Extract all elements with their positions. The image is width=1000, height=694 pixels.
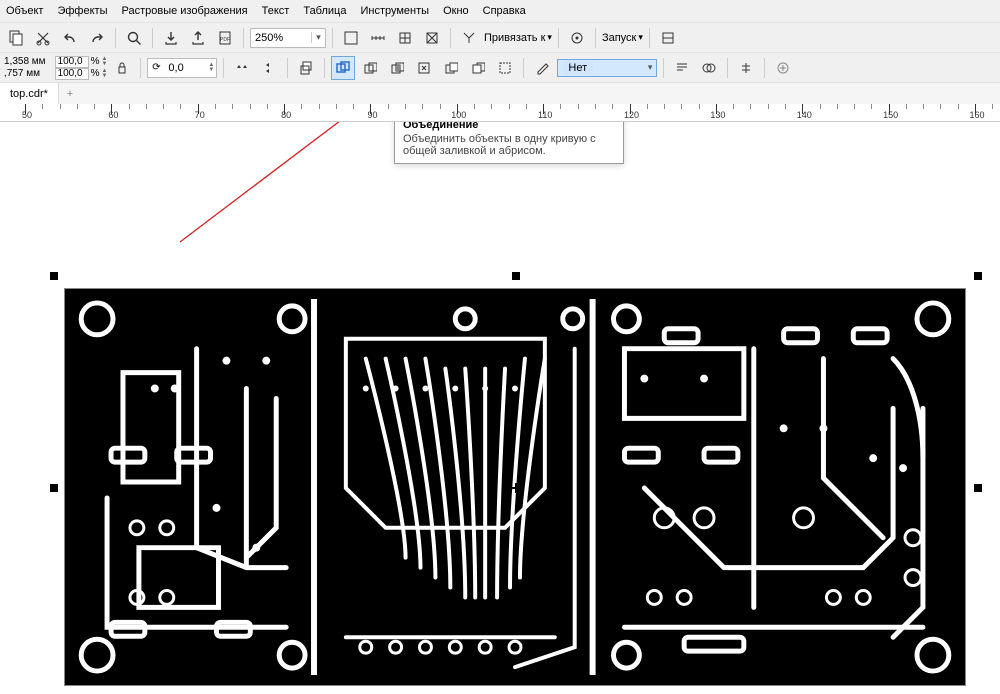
handle-r[interactable] [974,484,982,492]
rotation-input[interactable] [164,59,206,77]
menu-help[interactable]: Справка [483,5,526,17]
object-dimensions: 1,358 мм ,757 мм [4,56,52,80]
zoom-input[interactable] [251,29,311,47]
menu-bar: Объект Эффекты Растровые изображения Тек… [0,0,1000,22]
annotation-arrow [170,122,390,252]
copy-button[interactable] [4,26,28,50]
undo-button[interactable] [58,26,82,50]
menu-tools[interactable]: Инструменты [360,5,429,17]
rotation-input-wrap: ⟳ ▲▼ [147,58,217,78]
fullscreen-button[interactable] [339,26,363,50]
svg-text:PDF: PDF [220,37,230,43]
simplify-button[interactable] [412,56,436,80]
redo-button[interactable] [85,26,109,50]
snap-toggle[interactable] [457,26,481,50]
menu-objekt[interactable]: Объект [6,5,43,17]
outline-pen-button[interactable] [530,56,554,80]
outline-width-combo[interactable]: Нет ▾ [557,59,657,77]
selection-frame [54,276,978,694]
front-minus-back-button[interactable] [439,56,463,80]
add-button[interactable] [771,56,795,80]
options-button[interactable] [565,26,589,50]
to-front-button[interactable] [294,56,318,80]
scale-percentages: %▲▼ %▲▼ [55,56,108,80]
selection-center[interactable] [511,483,521,493]
intersect-button[interactable] [385,56,409,80]
canvas[interactable]: Объединение Объединить объекты в одну кр… [0,122,1000,694]
dim-y: ,757 мм [4,68,46,80]
menu-raster[interactable]: Растровые изображения [121,5,247,17]
search-button[interactable] [122,26,146,50]
weld-button[interactable] [331,56,355,80]
document-tabs: top.cdr* + [0,82,1000,104]
document-tab[interactable]: top.cdr* [0,83,59,105]
add-tab-button[interactable]: + [59,88,81,100]
menu-effects[interactable]: Эффекты [57,5,107,17]
mirror-h-button[interactable] [230,56,254,80]
import-button[interactable] [159,26,183,50]
handle-tl[interactable] [50,272,58,280]
property-bar: 1,358 мм ,757 мм %▲▼ %▲▼ ⟳ ▲▼ Нет ▾ [0,52,1000,82]
cut-button[interactable] [31,26,55,50]
lock-ratio-button[interactable] [110,56,134,80]
tooltip-body: Объединить объекты в одну кривую с общей… [403,133,615,157]
rulers-button[interactable] [366,26,390,50]
back-minus-front-button[interactable] [466,56,490,80]
launch-label[interactable]: Запуск ▾ [602,32,643,44]
document-tab-label: top.cdr* [10,88,48,100]
clip-button[interactable] [697,56,721,80]
grid-button[interactable] [393,26,417,50]
rotation-icon: ⟳ [148,62,164,73]
scale-x-input[interactable] [55,56,89,68]
menu-table[interactable]: Таблица [303,5,346,17]
main-toolbar: PDF ▾ Привязать к ▾ Запуск ▾ [0,22,1000,52]
guides-button[interactable] [420,26,444,50]
extra-ortho-button[interactable] [656,26,680,50]
scale-y-input[interactable] [55,68,89,80]
horizontal-ruler: 5060708090100110120130140150160 [0,104,1000,122]
snap-label[interactable]: Привязать к ▾ [484,32,552,44]
handle-t[interactable] [512,272,520,280]
menu-text[interactable]: Текст [262,5,290,17]
menu-window[interactable]: Окно [443,5,469,17]
pdf-button[interactable]: PDF [213,26,237,50]
zoom-dropdown-icon[interactable]: ▾ [311,32,325,43]
align-button[interactable] [734,56,758,80]
outline-width-value: Нет [562,62,593,74]
wrap-text-button[interactable] [670,56,694,80]
handle-tr[interactable] [974,272,982,280]
dim-x: 1,358 мм [4,56,46,68]
tooltip-title: Объединение [403,122,615,131]
handle-l[interactable] [50,484,58,492]
mirror-v-button[interactable] [257,56,281,80]
trim-button[interactable] [358,56,382,80]
export-button[interactable] [186,26,210,50]
tooltip: Объединение Объединить объекты в одну кр… [394,122,624,164]
boundary-button[interactable] [493,56,517,80]
zoom-combo[interactable]: ▾ [250,28,326,48]
